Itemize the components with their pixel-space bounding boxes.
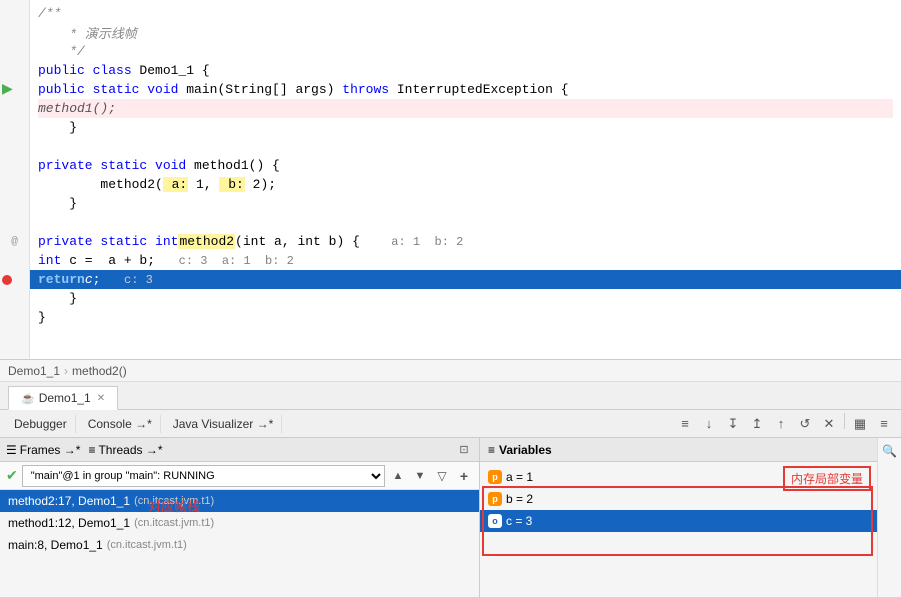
- toolbar-btn-step-out[interactable]: ↥: [746, 413, 768, 435]
- debugger-panel: Debugger Console →* Java Visualizer →* ≡…: [0, 410, 901, 597]
- frames-tab[interactable]: ☰ Frames →*: [6, 443, 80, 457]
- tab-java-visualizer[interactable]: Java Visualizer →*: [165, 415, 283, 433]
- gutter-line-10: [0, 194, 29, 213]
- threads-icon: ≡: [88, 443, 95, 457]
- code-line-15: }: [38, 289, 893, 308]
- code-line-11: [38, 213, 893, 232]
- breadcrumb-part2: method2(): [72, 364, 127, 378]
- tab-debugger[interactable]: Debugger: [6, 415, 76, 433]
- frame-item-1[interactable]: method1:12, Demo1_1 (cn.itcast.jvm.t1): [0, 512, 479, 534]
- debugger-tab-label: Debugger: [14, 417, 67, 431]
- code-line-4: public static void main(String[] args) t…: [38, 80, 893, 99]
- breadcrumb-sep: ›: [64, 364, 68, 378]
- code-line-7: [38, 137, 893, 156]
- variables-right-sidebar: 🔍: [877, 438, 901, 597]
- java-file-icon: ☕: [21, 392, 35, 405]
- toolbar-btn-evaluate[interactable]: ↺: [794, 413, 816, 435]
- frames-expand-btn[interactable]: ⊡: [455, 441, 473, 459]
- frame-item-2[interactable]: main:8, Demo1_1 (cn.itcast.jvm.t1): [0, 534, 479, 556]
- gutter-line-13: [0, 251, 29, 270]
- variables-icon: ≡: [488, 443, 495, 457]
- breadcrumb-part1: Demo1_1: [8, 364, 60, 378]
- toolbar-sep: [844, 413, 845, 429]
- code-line-14: return c; c: 3: [30, 270, 901, 289]
- thread-down-btn[interactable]: ▼: [411, 467, 429, 485]
- breadcrumb: Demo1_1 › method2(): [0, 360, 901, 382]
- gutter-line-6: [0, 118, 29, 137]
- gutter-line-8: [0, 156, 29, 175]
- var-label-2: c = 3: [506, 514, 532, 528]
- thread-dropdown[interactable]: "main"@1 in group "main": RUNNING: [22, 465, 385, 487]
- frames-panel: ☰ Frames →* ≡ Threads →* ⊡ ✔ "main"@1 in…: [0, 438, 480, 597]
- code-line-8: private static void method1() {: [38, 156, 893, 175]
- code-line-16: }: [38, 308, 893, 327]
- variables-header: ≡ Variables: [480, 438, 901, 462]
- var-label-1: b = 2: [506, 492, 533, 506]
- editor-tab-bar: ☕ Demo1_1 ✕: [0, 382, 901, 410]
- console-tab-label: Console →*: [88, 417, 152, 431]
- toolbar-btn-menu[interactable]: ≡: [674, 413, 696, 435]
- gutter-line-16: [0, 308, 29, 327]
- gutter-line-15: [0, 289, 29, 308]
- variables-list: pa = 1pb = 2oc = 3: [480, 462, 901, 597]
- search-icon[interactable]: 🔍: [881, 442, 899, 460]
- toolbar-btn-grid[interactable]: ▦: [849, 413, 871, 435]
- code-line-10: }: [38, 194, 893, 213]
- gutter-line-2: [0, 42, 29, 61]
- var-label-0: a = 1: [506, 470, 533, 484]
- code-line-13: int c = a + b; c: 3 a: 1 b: 2: [38, 251, 893, 270]
- tab-close-icon[interactable]: ✕: [97, 393, 105, 404]
- code-line-5: method1();: [38, 99, 893, 118]
- toolbar-btn-step-into[interactable]: ↧: [722, 413, 744, 435]
- gutter-line-4: ▶: [0, 80, 29, 99]
- variables-panel: ≡ Variables pa = 1pb = 2oc = 3 内存局部变量 🔍: [480, 438, 901, 597]
- var-item-0[interactable]: pa = 1: [480, 466, 901, 488]
- thread-selector-row: ✔ "main"@1 in group "main": RUNNING ▲ ▼ …: [0, 462, 479, 490]
- gutter-line-7: [0, 137, 29, 156]
- editor-area: ▶@ /** * 演示线帧 */public class Demo1_1 { p…: [0, 0, 901, 360]
- frames-list: method2:17, Demo1_1 (cn.itcast.jvm.t1)me…: [0, 490, 479, 597]
- thread-running-icon: ✔: [6, 467, 18, 484]
- gutter-line-14: [0, 270, 29, 289]
- code-line-9: method2( a: 1, b: 2);: [38, 175, 893, 194]
- gutter-line-3: [0, 61, 29, 80]
- thread-plus-btn[interactable]: +: [455, 467, 473, 485]
- frame-item-0[interactable]: method2:17, Demo1_1 (cn.itcast.jvm.t1): [0, 490, 479, 512]
- code-line-2: */: [38, 42, 893, 61]
- code-content[interactable]: /** * 演示线帧 */public class Demo1_1 { publ…: [30, 0, 901, 359]
- frames-label: Frames →*: [20, 443, 81, 457]
- gutter-line-9: [0, 175, 29, 194]
- code-line-12: private static int method2(int a, int b)…: [38, 232, 893, 251]
- toolbar-btn-stop[interactable]: ✕: [818, 413, 840, 435]
- gutter-line-12: @: [0, 232, 29, 251]
- variables-label: Variables: [499, 443, 552, 457]
- line-gutter: ▶@: [0, 0, 30, 359]
- debugger-toolbar: Debugger Console →* Java Visualizer →* ≡…: [0, 410, 901, 438]
- gutter-line-0: [0, 4, 29, 23]
- thread-filter-btn[interactable]: ▽: [433, 467, 451, 485]
- code-line-3: public class Demo1_1 {: [38, 61, 893, 80]
- tab-console[interactable]: Console →*: [80, 415, 161, 433]
- code-line-0: /**: [38, 4, 893, 23]
- var-item-2[interactable]: oc = 3: [480, 510, 901, 532]
- code-line-6: }: [38, 118, 893, 137]
- tab-demo1[interactable]: ☕ Demo1_1 ✕: [8, 386, 118, 410]
- code-line-1: * 演示线帧: [38, 23, 893, 42]
- frames-icon: ☰: [6, 443, 17, 457]
- var-item-1[interactable]: pb = 2: [480, 488, 901, 510]
- gutter-line-11: [0, 213, 29, 232]
- toolbar-btn-run-cursor[interactable]: ↑: [770, 413, 792, 435]
- tab-label: Demo1_1: [39, 391, 91, 405]
- frames-header: ☰ Frames →* ≡ Threads →* ⊡: [0, 438, 479, 462]
- gutter-line-5: [0, 99, 29, 118]
- panel-content: ☰ Frames →* ≡ Threads →* ⊡ ✔ "main"@1 in…: [0, 438, 901, 597]
- threads-tab[interactable]: ≡ Threads →*: [88, 443, 162, 457]
- toolbar-btn-step-over[interactable]: ↓: [698, 413, 720, 435]
- gutter-line-1: [0, 23, 29, 42]
- thread-up-btn[interactable]: ▲: [389, 467, 407, 485]
- toolbar-btn-settings[interactable]: ≡: [873, 413, 895, 435]
- threads-label: Threads →*: [98, 443, 162, 457]
- visualizer-tab-label: Java Visualizer →*: [173, 417, 274, 431]
